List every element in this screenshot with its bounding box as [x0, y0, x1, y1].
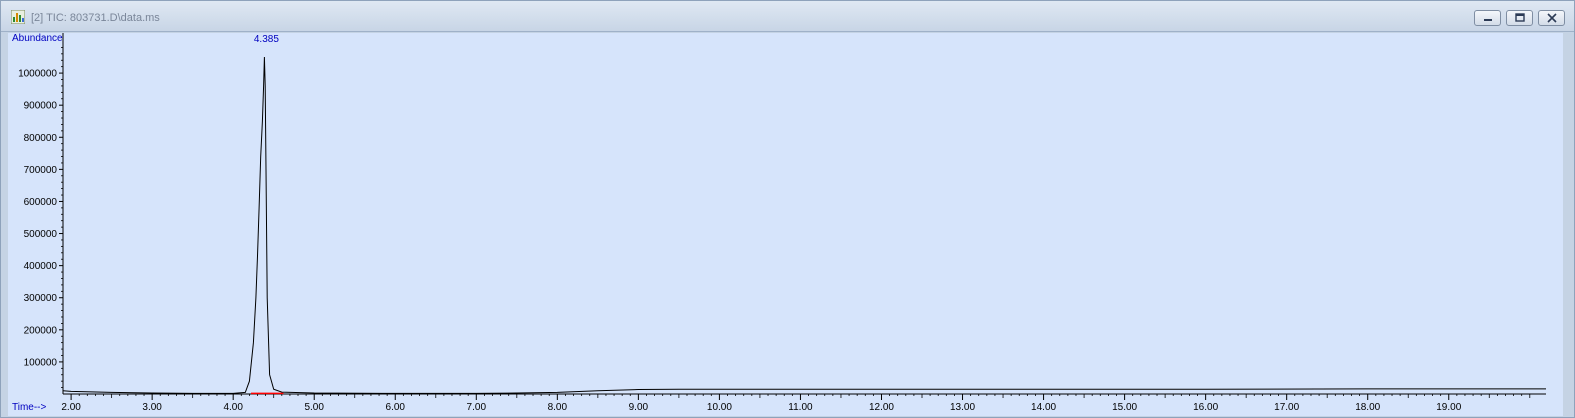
chromatogram-window: [2] TIC: 803731.D\data.ms 100000 200000 30… — [0, 0, 1575, 418]
y-tick-label: 700000 — [24, 165, 58, 176]
y-tick-label: 200000 — [24, 325, 58, 336]
x-tick-label: 12.00 — [869, 402, 894, 413]
y-tick-label: 300000 — [24, 293, 58, 304]
x-tick-label: 4.00 — [223, 402, 243, 413]
x-tick-label: 9.00 — [629, 402, 649, 413]
x-tick-label: 3.00 — [142, 402, 162, 413]
x-tick-label: 6.00 — [386, 402, 406, 413]
x-tick-label: 13.00 — [950, 402, 975, 413]
x-tick-label: 2.00 — [61, 402, 81, 413]
minimize-button[interactable] — [1474, 10, 1501, 26]
x-tick-label: 16.00 — [1193, 402, 1218, 413]
y-tick-label: 1000000 — [18, 69, 57, 80]
restore-icon — [1514, 13, 1525, 22]
x-tick-label: 15.00 — [1112, 402, 1137, 413]
restore-button[interactable] — [1506, 10, 1533, 26]
close-icon — [1546, 13, 1557, 23]
y-tick-label: 500000 — [24, 229, 58, 240]
x-tick-label: 17.00 — [1274, 402, 1299, 413]
x-tick-label: 7.00 — [467, 402, 487, 413]
y-axis-label: Abundance — [12, 33, 63, 44]
x-tick-label: 5.00 — [304, 402, 324, 413]
peak-label: 4.385 — [254, 34, 279, 45]
minimize-icon — [1483, 19, 1492, 21]
window-title: [2] TIC: 803731.D\data.ms — [31, 12, 160, 24]
x-tick-label: 11.00 — [788, 402, 813, 413]
chromatogram-plot: 100000 200000 300000 400000 500000 600000 7000… — [8, 33, 1563, 416]
y-tick-label: 900000 — [24, 101, 58, 112]
plot-background — [8, 33, 1563, 416]
y-tick-label: 400000 — [24, 261, 58, 272]
x-axis-label: Time--> — [12, 402, 47, 413]
y-tick-label: 600000 — [24, 197, 58, 208]
x-tick-label: 19.00 — [1436, 402, 1461, 413]
x-tick-label: 10.00 — [707, 402, 732, 413]
x-tick-label: 18.00 — [1355, 402, 1380, 413]
y-tick-label: 100000 — [24, 357, 58, 368]
title-bar[interactable]: [2] TIC: 803731.D\data.ms — [1, 1, 1574, 32]
x-tick-label: 14.00 — [1031, 402, 1056, 413]
close-button[interactable] — [1538, 10, 1565, 26]
x-tick-label: 8.00 — [548, 402, 568, 413]
chromatogram-app-icon — [11, 10, 25, 24]
y-tick-label: 800000 — [24, 133, 58, 144]
